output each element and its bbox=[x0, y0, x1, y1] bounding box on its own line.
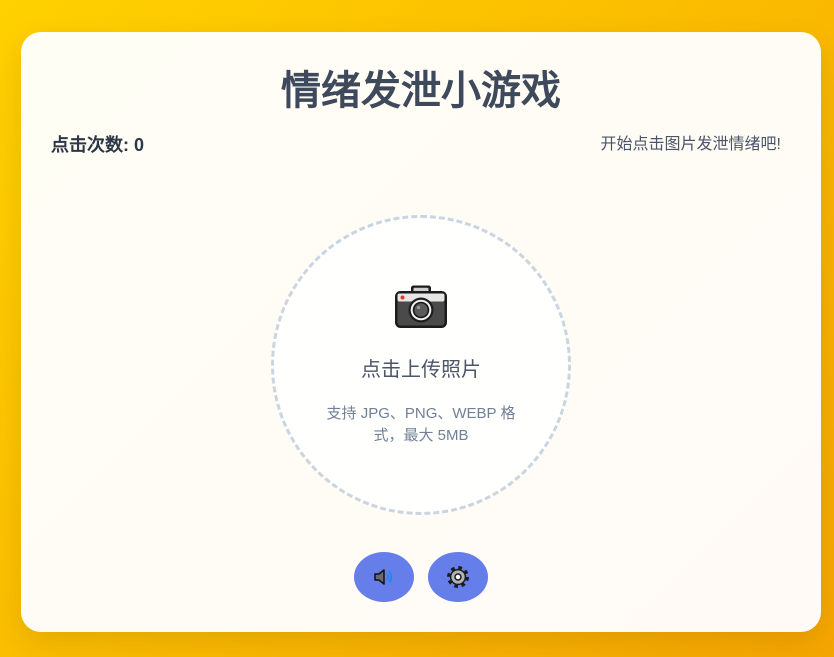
photo-upload-area[interactable]: 点击上传照片 支持 JPG、PNG、WEBP 格式，最大 5MB bbox=[271, 215, 571, 515]
settings-button[interactable] bbox=[428, 552, 488, 602]
click-count-label: 点击次数: bbox=[51, 135, 129, 155]
gear-icon bbox=[447, 566, 469, 588]
click-count-value: 0 bbox=[134, 135, 145, 155]
sound-toggle-button[interactable] bbox=[354, 552, 414, 602]
click-counter: 点击次数: 0 bbox=[51, 133, 144, 157]
upload-format-hint: 支持 JPG、PNG、WEBP 格式，最大 5MB bbox=[326, 404, 516, 445]
camera-icon bbox=[395, 285, 447, 328]
upload-label: 点击上传照片 bbox=[361, 358, 481, 381]
hint-text: 开始点击图片发泄情绪吧! bbox=[600, 136, 781, 153]
game-card: 情绪发泄小游戏 点击次数: 0 开始点击图片发泄情绪吧! 点击上传照片 支持 JP… bbox=[21, 32, 821, 632]
speaker-icon bbox=[374, 569, 393, 585]
page-title: 情绪发泄小游戏 bbox=[281, 69, 561, 113]
control-bar bbox=[21, 552, 821, 602]
